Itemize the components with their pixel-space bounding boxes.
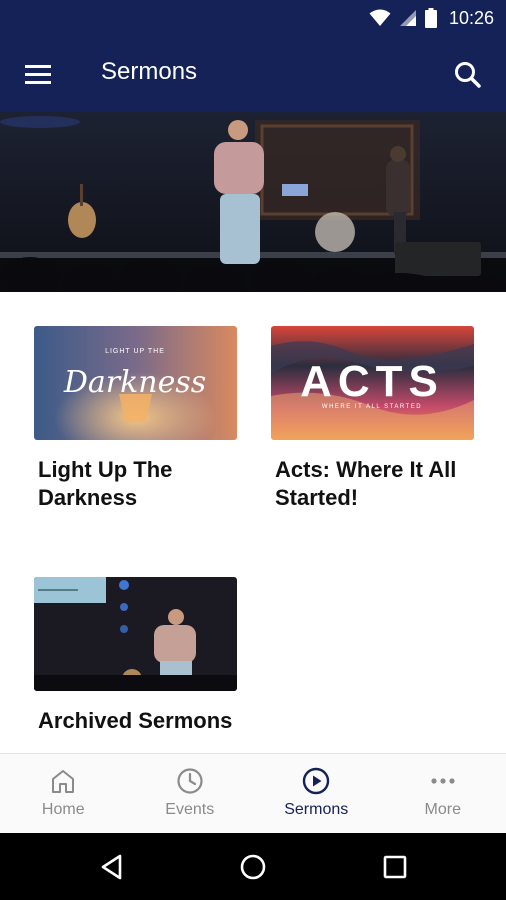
- nav-item-more[interactable]: More: [380, 754, 506, 833]
- sermon-card[interactable]: Archived Sermons: [34, 577, 237, 735]
- sermon-thumbnail: ACTS WHERE IT ALL STARTED: [271, 326, 474, 440]
- status-clock: 10:26: [448, 7, 494, 28]
- thumb-title-text: ACTS: [300, 357, 444, 406]
- thumb-script-text: Darkness: [63, 365, 206, 400]
- play-circle-icon: [303, 767, 330, 795]
- status-bar: 10:26: [0, 0, 506, 37]
- system-navigation-bar: [0, 833, 506, 900]
- search-button[interactable]: [452, 59, 484, 91]
- sermon-card[interactable]: LIGHT UP THE Darkness Light Up The Darkn…: [34, 326, 237, 512]
- sermon-thumbnail: [34, 577, 237, 691]
- nav-label-events: Events: [165, 801, 215, 818]
- page-title: Sermons: [101, 58, 198, 85]
- signal-icon: [399, 10, 416, 26]
- nav-item-events[interactable]: Events: [127, 754, 254, 833]
- sermon-thumbnail: LIGHT UP THE Darkness: [34, 326, 237, 440]
- search-icon: [455, 62, 481, 88]
- status-icons: 10:26: [369, 6, 494, 30]
- clock-icon: [177, 768, 203, 794]
- thumb-small-text: LIGHT UP THE: [105, 348, 165, 355]
- sermon-card[interactable]: ACTS WHERE IT ALL STARTED Acts: Where It…: [271, 326, 474, 512]
- nav-item-sermons[interactable]: Sermons: [253, 754, 380, 833]
- nav-label-more: More: [424, 801, 461, 818]
- thumb-subtitle-text: WHERE IT ALL STARTED: [322, 404, 422, 410]
- sermon-card-title: Acts: Where It All Started!: [275, 457, 457, 510]
- nav-label-home: Home: [41, 801, 85, 818]
- system-home-button[interactable]: [238, 852, 268, 882]
- sermon-card-title: Light Up The Darkness: [38, 457, 173, 510]
- menu-button[interactable]: [22, 61, 56, 89]
- app-bar: Sermons: [0, 37, 506, 112]
- sermon-card-title: Archived Sermons: [38, 708, 233, 733]
- system-back-button[interactable]: [98, 852, 128, 882]
- wifi-icon: [369, 9, 391, 26]
- sermon-series-grid: LIGHT UP THE Darkness Light Up The Darkn…: [0, 292, 506, 753]
- home-icon: [52, 770, 75, 793]
- nav-item-home[interactable]: Home: [0, 754, 127, 833]
- hamburger-menu-icon: [25, 65, 51, 84]
- recents-icon: [383, 855, 407, 879]
- system-recents-button[interactable]: [380, 852, 410, 882]
- more-dots-icon: [431, 778, 455, 784]
- bottom-navigation: Home Events Sermons More: [0, 753, 506, 833]
- back-icon: [101, 854, 122, 880]
- home-circle-icon: [240, 854, 266, 880]
- battery-icon: [424, 8, 437, 28]
- nav-label-sermons: Sermons: [284, 801, 349, 818]
- hero-banner-image: [0, 112, 506, 292]
